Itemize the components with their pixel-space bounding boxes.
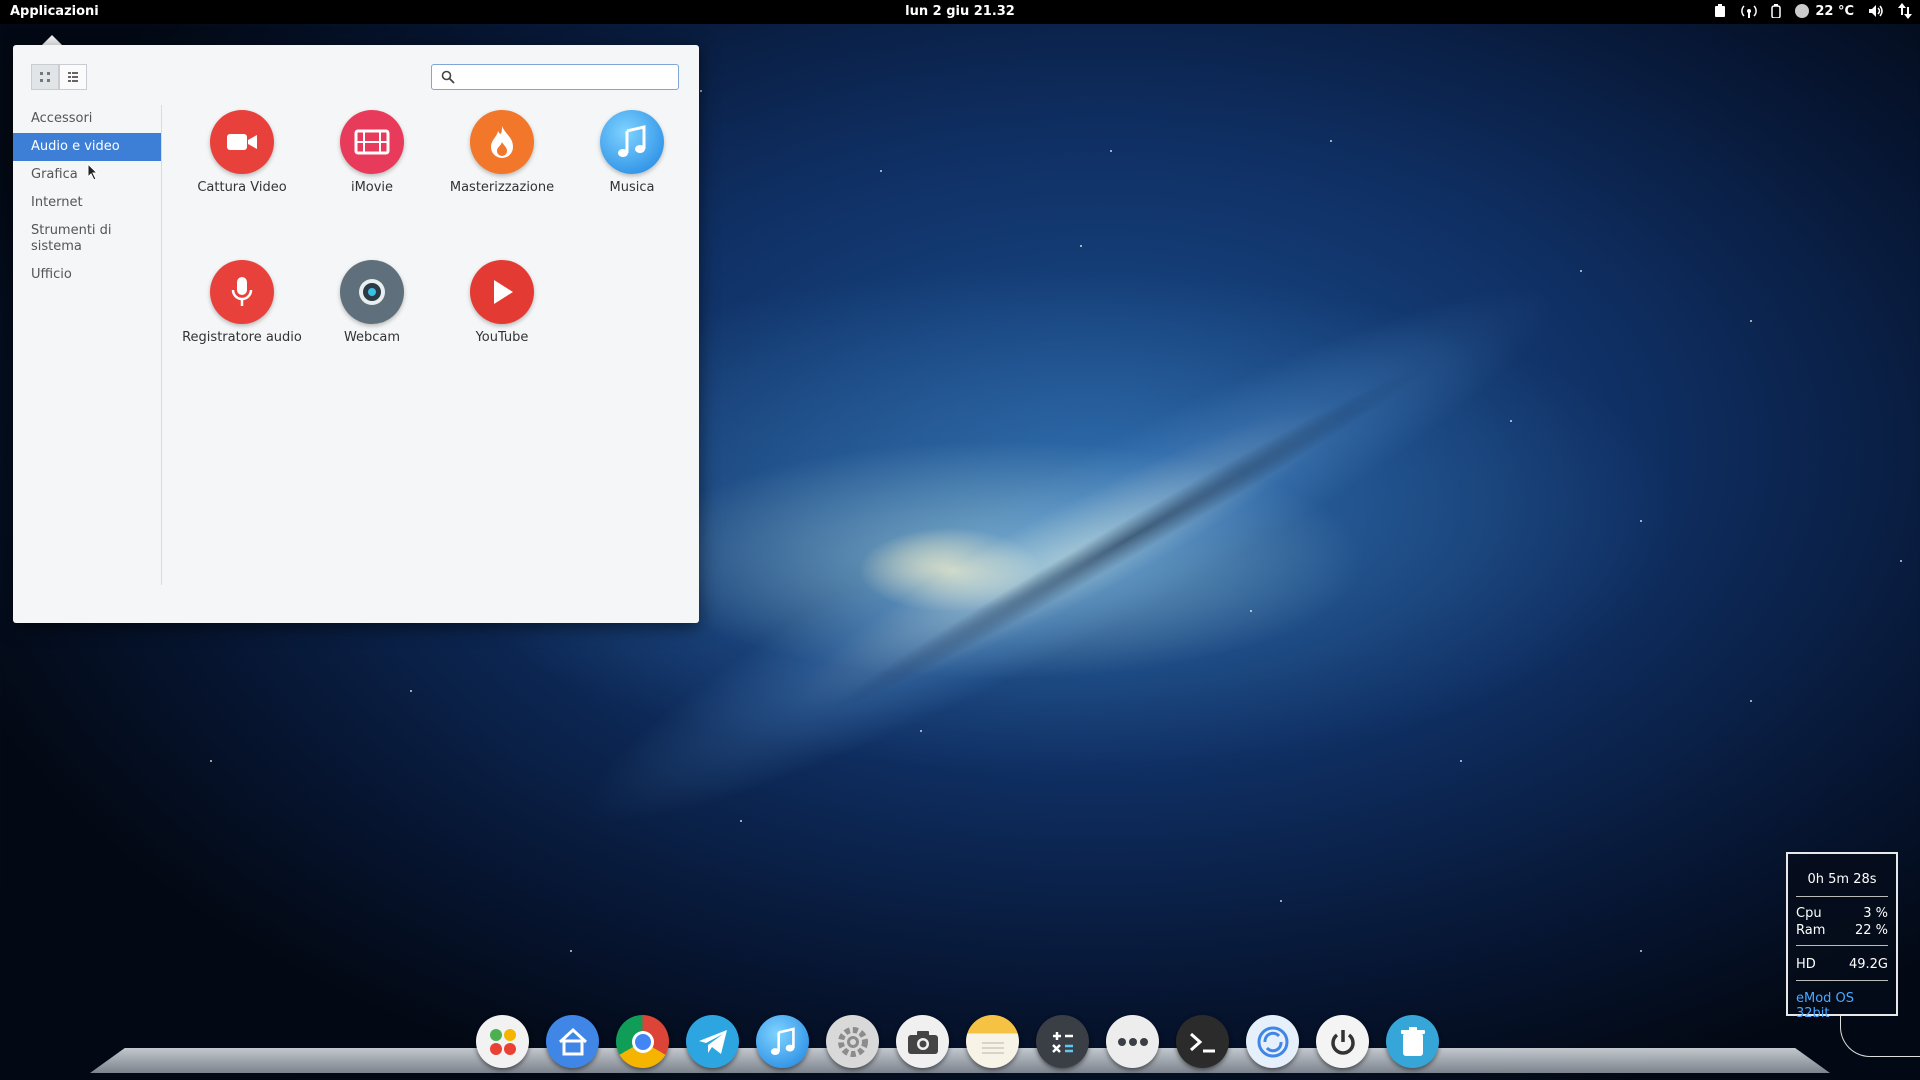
separator [1796,980,1888,981]
telegram-icon[interactable] [686,1015,739,1068]
weather-indicator[interactable]: 22 °C [1795,4,1854,19]
notes-icon[interactable] [966,1015,1019,1068]
list-view-button[interactable] [59,64,87,90]
clock[interactable]: lun 2 giu 21.32 [0,4,1920,19]
battery-icon[interactable] [1771,4,1782,18]
music-note-icon [600,110,664,174]
uptime: 0h 5m 28s [1807,872,1877,887]
applications-menu: Accessori Audio e video Grafica Internet… [13,45,699,623]
category-strumenti-di-sistema[interactable]: Strumenti di sistema [13,217,139,261]
cpu-label: Cpu [1796,906,1822,921]
app-imovie[interactable]: iMovie [307,110,437,196]
settings-icon[interactable] [826,1015,879,1068]
home-icon[interactable] [546,1015,599,1068]
hd-label: HD [1796,957,1816,972]
search-box [431,64,679,90]
search-icon [441,70,455,84]
app-label: Masterizzazione [449,180,555,195]
view-switcher [31,64,87,90]
ram-label: Ram [1796,923,1826,938]
wallpaper-dust-lane [817,347,1443,729]
app-label: YouTube [475,330,529,345]
category-audio-e-video[interactable]: Audio e video [13,133,161,161]
search-input[interactable] [460,67,674,87]
microphone-icon [210,260,274,324]
terminal-icon[interactable] [1176,1015,1229,1068]
play-icon [470,260,534,324]
app-label: Musica [609,180,655,195]
app-label: Registratore audio [182,330,302,345]
app-registratore-audio[interactable]: Registratore audio [177,260,307,346]
mouse-pointer-icon [87,163,99,181]
system-monitor-widget: 0h 5m 28s Cpu 3 % Ram 22 % HD 49.2G eMod… [1786,852,1898,1021]
power-icon[interactable] [1316,1015,1369,1068]
app-youtube[interactable]: YouTube [437,260,567,346]
category-accessori[interactable]: Accessori [13,105,161,133]
hd-value: 49.2G [1848,957,1888,972]
dock [476,1015,1439,1068]
ram-value: 22 % [1854,923,1888,938]
hd-row: HD 49.2G [1796,957,1888,972]
trash-icon[interactable] [1386,1015,1439,1068]
app-label: Cattura Video [197,180,287,195]
list-view-icon [68,72,78,82]
separator [1796,945,1888,946]
widget-cable [1840,1016,1920,1057]
app-cattura-video[interactable]: Cattura Video [177,110,307,196]
grid-view-button[interactable] [31,64,59,90]
chrome-icon[interactable] [616,1015,669,1068]
flame-icon [470,110,534,174]
webcam-icon [340,260,404,324]
system-tray: 22 °C [1713,3,1912,19]
category-ufficio[interactable]: Ufficio [13,261,161,289]
app-label: Webcam [343,330,401,345]
app-masterizzazione[interactable]: Masterizzazione [437,110,567,196]
menu-pointer [42,35,62,45]
ram-row: Ram 22 % [1796,923,1888,938]
grid-view-icon [40,72,50,82]
camera-icon[interactable] [896,1015,949,1068]
separator [1796,896,1888,897]
temperature: 22 °C [1815,3,1854,19]
cpu-value: 3 % [1863,906,1888,921]
more-icon[interactable] [1106,1015,1159,1068]
volume-icon[interactable] [1868,4,1884,18]
launcher-icon[interactable] [476,1015,529,1068]
wireless-icon[interactable] [1741,4,1758,18]
clipboard-icon[interactable] [1713,4,1727,18]
category-internet[interactable]: Internet [13,189,161,217]
cpu-row: Cpu 3 % [1796,906,1888,921]
weather-icon [1795,4,1810,18]
sync-icon[interactable] [1246,1015,1299,1068]
film-icon [340,110,404,174]
video-camera-icon [210,110,274,174]
top-panel: Applicazioni lun 2 giu 21.32 22 °C [0,0,1920,24]
calculator-icon[interactable] [1036,1015,1089,1068]
app-webcam[interactable]: Webcam [307,260,437,346]
network-icon[interactable] [1898,3,1912,19]
app-label: iMovie [350,180,394,195]
itunes-icon[interactable] [756,1015,809,1068]
app-musica[interactable]: Musica [567,110,697,196]
